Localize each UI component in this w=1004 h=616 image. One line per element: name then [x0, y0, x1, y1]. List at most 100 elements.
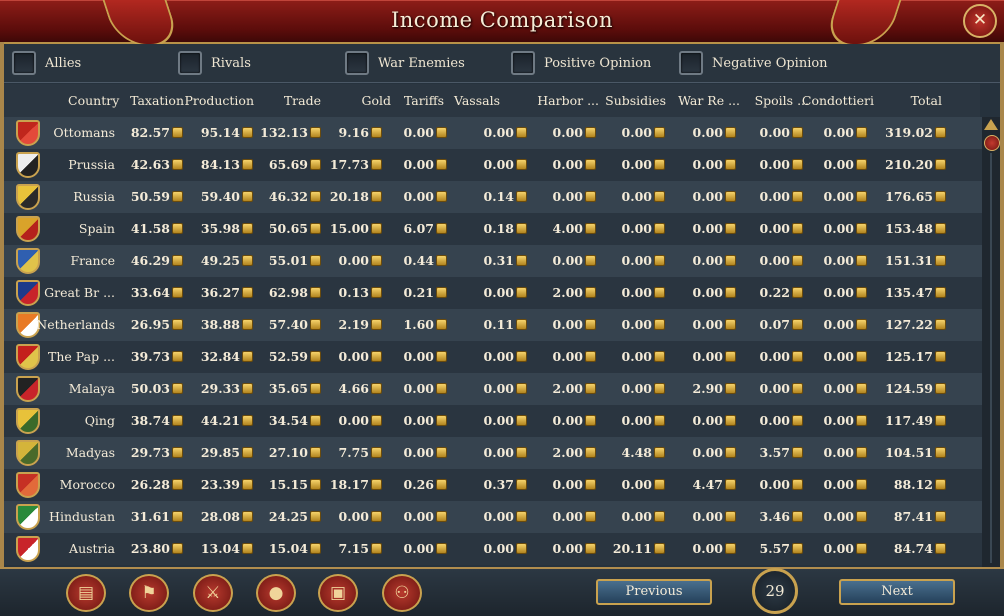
scrollbar[interactable]	[982, 117, 1000, 567]
close-button[interactable]: ✕	[963, 4, 997, 38]
filter-4[interactable]: Negative Opinion	[679, 51, 828, 75]
table-row[interactable]: The Pap ... 39.73 32.84 52.59 0.00 0.00 0.00 0.…	[4, 341, 982, 373]
country-flag-icon[interactable]	[16, 184, 40, 210]
value-text: 0.00	[692, 445, 723, 460]
table-row[interactable]: Netherlands 26.95 38.88 57.40 2.19 1.60 0.11 0.…	[4, 309, 982, 341]
filter-2[interactable]: War Enemies	[345, 51, 465, 75]
value-text: 0.00	[483, 509, 514, 524]
country-name[interactable]: Morocco	[60, 477, 115, 492]
filter-checkbox[interactable]	[679, 51, 703, 75]
value-text: 0.00	[823, 381, 854, 396]
gold-coin-icon	[310, 319, 321, 330]
column-header-8[interactable]: Subsidies	[605, 93, 666, 108]
crossed-swords-button[interactable]: ⚔	[193, 574, 233, 612]
value-text: 17.73	[329, 157, 369, 172]
table-row[interactable]: Malaya 50.03 29.33 35.65 4.66 0.00 0.00 2.00 0.0…	[4, 373, 982, 405]
table-row[interactable]: Madyas 29.73 29.85 27.10 7.75 0.00 0.00 2.00 4.4…	[4, 437, 982, 469]
scroll-thumb[interactable]	[984, 135, 1000, 151]
scroll-up-arrow-icon[interactable]	[984, 119, 998, 130]
column-header-10[interactable]: Spoils ...	[755, 93, 809, 108]
value-text: 124.59	[885, 381, 933, 396]
country-flag-icon[interactable]	[16, 440, 40, 466]
country-name[interactable]: Austria	[69, 541, 115, 556]
table-row[interactable]: France 46.29 49.25 55.01 0.00 0.44 0.31 0.00 0.0…	[4, 245, 982, 277]
gold-coin-icon	[371, 255, 382, 266]
country-flag-icon[interactable]	[16, 248, 40, 274]
table-row[interactable]: Qing 38.74 44.21 34.54 0.00 0.00 0.00 0.00 0.00 0…	[4, 405, 982, 437]
table-row[interactable]: Spain 41.58 35.98 50.65 15.00 6.07 0.18 4.00 0.0…	[4, 213, 982, 245]
filter-0[interactable]: Allies	[12, 51, 81, 75]
ledger-button[interactable]: ▤	[66, 574, 106, 612]
country-name[interactable]: Hindustan	[49, 509, 115, 524]
table-row[interactable]: Ottomans 82.57 95.14 132.13 9.16 0.00 0.00 0.00…	[4, 117, 982, 149]
country-name[interactable]: Qing	[85, 413, 115, 428]
value-text: 0.00	[552, 509, 583, 524]
country-name[interactable]: Madyas	[66, 445, 115, 460]
flags-button[interactable]: ⚑	[129, 574, 169, 612]
table-row[interactable]: Hindustan 31.61 28.08 24.25 0.00 0.00 0.00 0.00…	[4, 501, 982, 533]
country-flag-icon[interactable]	[16, 472, 40, 498]
country-name[interactable]: Prussia	[68, 157, 115, 172]
table-row[interactable]: Russia 50.59 59.40 46.32 20.18 0.00 0.14 0.00 0.…	[4, 181, 982, 213]
value-text: 0.00	[403, 413, 434, 428]
column-header-5[interactable]: Tariffs	[404, 93, 444, 108]
country-name[interactable]: Spain	[79, 221, 115, 236]
gold-coin-icon	[654, 383, 665, 394]
column-header-9[interactable]: War Re ...	[678, 93, 740, 108]
table-row[interactable]: Morocco 26.28 23.39 15.15 18.17 0.26 0.37 0.00 0…	[4, 469, 982, 501]
table-row[interactable]: Great Br ... 33.64 36.27 62.98 0.13 0.21 0.00 2…	[4, 277, 982, 309]
value-text: 0.00	[692, 285, 723, 300]
country-flag-icon[interactable]	[16, 280, 40, 306]
coins-button[interactable]: ●	[256, 574, 296, 612]
country-flag-icon[interactable]	[16, 216, 40, 242]
previous-button[interactable]: Previous	[596, 579, 712, 605]
handshake-button[interactable]: ⚇	[382, 574, 422, 612]
value-cell: 29.85	[201, 445, 253, 460]
country-flag-icon[interactable]	[16, 408, 40, 434]
value-cell: 15.04	[269, 541, 321, 556]
value-text: 24.25	[268, 509, 308, 524]
crate-button[interactable]: ▣	[318, 574, 358, 612]
next-button[interactable]: Next	[839, 579, 955, 605]
gold-coin-icon	[725, 255, 736, 266]
column-header-1[interactable]: Taxation	[130, 93, 184, 108]
column-header-2[interactable]: Production	[184, 93, 254, 108]
value-cell: 0.00	[484, 413, 527, 428]
value-cell: 0.00	[824, 477, 867, 492]
filter-checkbox[interactable]	[178, 51, 202, 75]
country-name[interactable]: Great Br ...	[44, 285, 115, 300]
column-header-11[interactable]: Condottieri	[802, 93, 874, 108]
gold-coin-icon	[725, 383, 736, 394]
country-name[interactable]: Russia	[73, 189, 115, 204]
column-header-12[interactable]: Total	[911, 93, 942, 108]
filter-checkbox[interactable]	[12, 51, 36, 75]
country-flag-icon[interactable]	[16, 504, 40, 530]
value-cell: 87.41	[894, 509, 946, 524]
filter-checkbox[interactable]	[345, 51, 369, 75]
country-flag-icon[interactable]	[16, 536, 40, 562]
filter-3[interactable]: Positive Opinion	[511, 51, 651, 75]
country-name[interactable]: France	[70, 253, 115, 268]
table-row[interactable]: Prussia 42.63 84.13 65.69 17.73 0.00 0.00 0.00 0…	[4, 149, 982, 181]
filter-1[interactable]: Rivals	[178, 51, 251, 75]
column-header-0[interactable]: Country	[68, 93, 119, 108]
column-header-4[interactable]: Gold	[361, 93, 391, 108]
country-flag-icon[interactable]	[16, 376, 40, 402]
table-row[interactable]: Austria 23.80 13.04 15.04 7.15 0.00 0.00 0.00 20…	[4, 533, 982, 565]
country-name[interactable]: Malaya	[69, 381, 115, 396]
value-cell: 7.75	[339, 445, 382, 460]
filter-checkbox[interactable]	[511, 51, 535, 75]
country-flag-icon[interactable]	[16, 152, 40, 178]
column-header-7[interactable]: Harbor ...	[537, 93, 599, 108]
country-flag-icon[interactable]	[16, 120, 40, 146]
value-text: 0.00	[403, 509, 434, 524]
value-text: 4.48	[621, 445, 652, 460]
country-name[interactable]: Ottomans	[53, 125, 115, 140]
country-name[interactable]: Netherlands	[36, 317, 115, 332]
value-text: 0.00	[483, 413, 514, 428]
value-text: 0.26	[403, 477, 434, 492]
column-header-3[interactable]: Trade	[284, 93, 321, 108]
country-name[interactable]: The Pap ...	[48, 349, 115, 364]
country-flag-icon[interactable]	[16, 344, 40, 370]
column-header-6[interactable]: Vassals	[454, 93, 500, 108]
